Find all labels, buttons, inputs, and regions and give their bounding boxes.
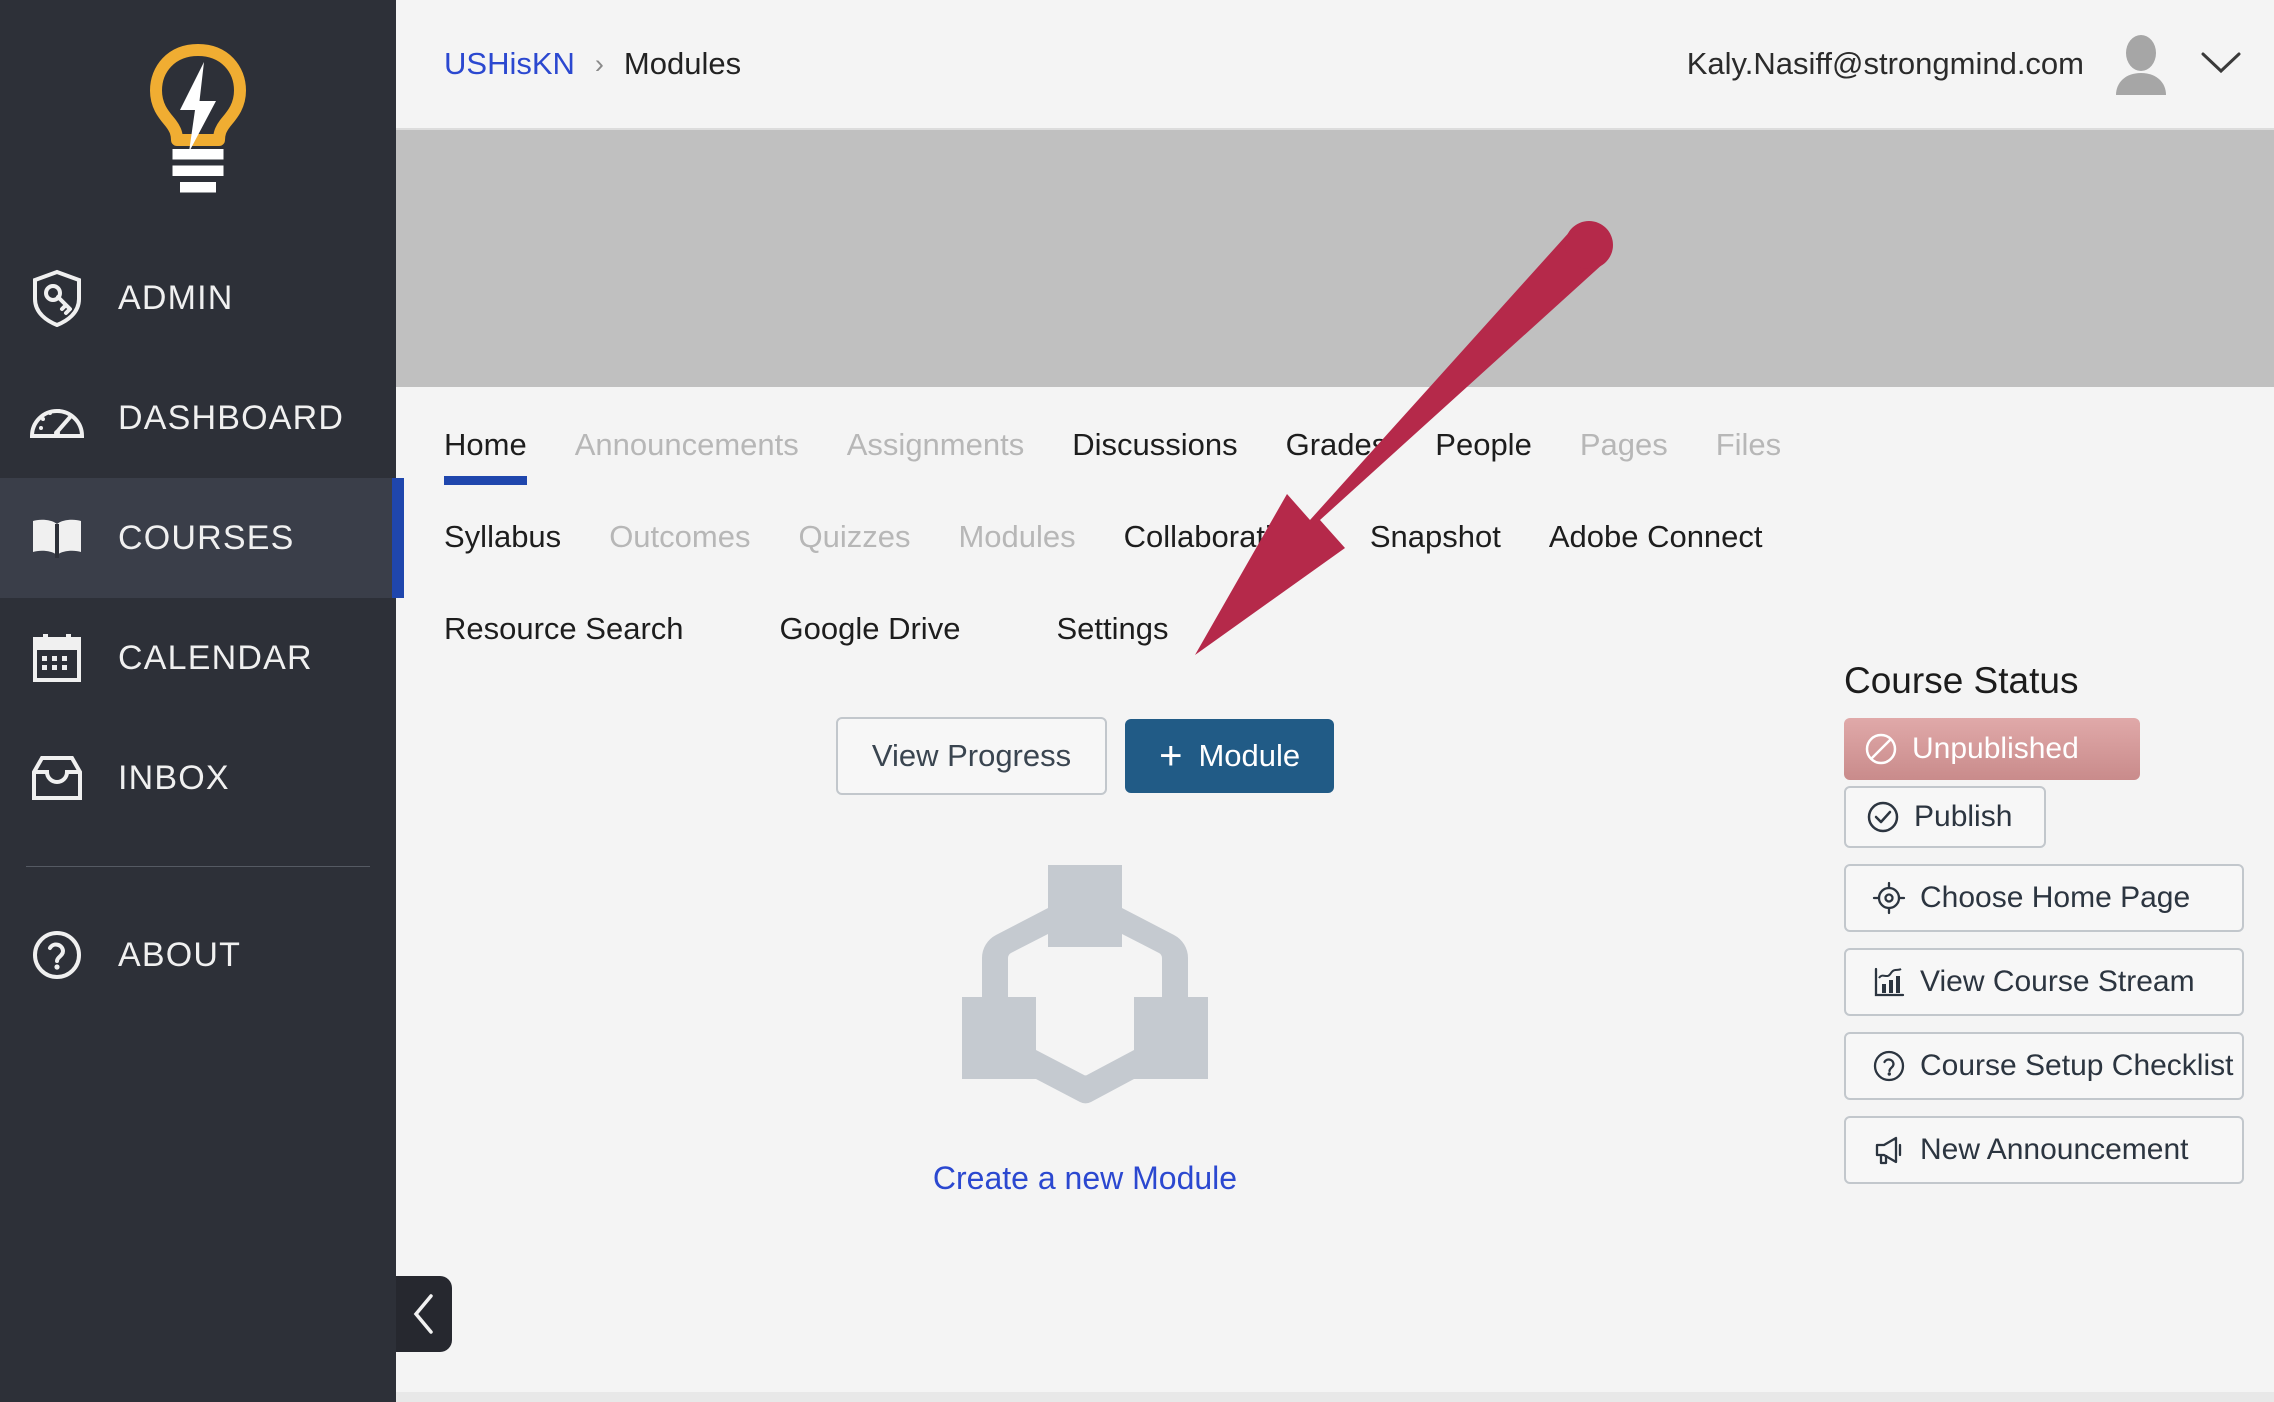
chevron-left-icon [413, 1294, 433, 1334]
user-avatar-icon[interactable] [2110, 33, 2172, 95]
book-icon [26, 507, 88, 569]
sidebar-item-label: INBOX [118, 758, 230, 797]
brand-logo[interactable] [0, 0, 396, 238]
user-email-label: Kaly.Nasiff@strongmind.com [1686, 46, 2084, 81]
check-circle-icon [1866, 800, 1900, 834]
view-course-stream-button[interactable]: View Course Stream [1844, 948, 2244, 1016]
sidebar-item-admin[interactable]: ADMIN [0, 238, 396, 358]
choose-home-page-button[interactable]: Choose Home Page [1844, 864, 2244, 932]
sidebar-divider [26, 866, 370, 867]
sidebar-item-label: DASHBOARD [118, 398, 345, 437]
breadcrumb-course-link[interactable]: USHisKN [444, 46, 575, 82]
user-menu[interactable]: Kaly.Nasiff@strongmind.com [1687, 33, 2244, 95]
breadcrumb-separator: › [594, 48, 604, 79]
rail-button-label: View Course Stream [1920, 965, 2195, 998]
rail-button-label: Choose Home Page [1920, 881, 2191, 914]
app-root: ADMIN DASHBOARD COURSES CALENDAR INBOX A… [0, 0, 2274, 1402]
no-entry-icon [1864, 732, 1898, 766]
global-sidebar: ADMIN DASHBOARD COURSES CALENDAR INBOX A… [0, 0, 404, 1402]
publish-button[interactable]: Publish [1844, 786, 2046, 848]
tab-modules[interactable]: Modules [958, 519, 1075, 577]
plus-icon: + [1159, 734, 1183, 778]
chevron-down-icon[interactable] [2198, 47, 2244, 82]
tab-home[interactable]: Home [444, 427, 527, 485]
question-circle-icon [26, 924, 88, 986]
breadcrumb-current: Modules [623, 46, 742, 81]
publish-label: Publish [1914, 800, 2013, 833]
rail-button-label: Course Setup Checklist [1920, 1049, 2234, 1082]
status-badge-unpublished[interactable]: Unpublished [1844, 718, 2140, 780]
tab-snapshot[interactable]: Snapshot [1370, 519, 1501, 577]
sidebar-item-inbox[interactable]: INBOX [0, 718, 396, 838]
module-hierarchy-icon [940, 855, 1230, 1138]
course-nav: Home Announcements Assignments Discussio… [396, 387, 2274, 669]
tab-discussions[interactable]: Discussions [1072, 427, 1237, 485]
add-module-label: Module [1198, 738, 1301, 773]
rail-button-label: New Announcement [1920, 1133, 2189, 1166]
view-progress-button[interactable]: View Progress [835, 717, 1108, 795]
question-circle-icon [1872, 1049, 1906, 1083]
tab-adobe-connect[interactable]: Adobe Connect [1549, 519, 1763, 577]
new-announcement-button[interactable]: New Announcement [1844, 1116, 2244, 1184]
breadcrumb: USHisKN › Modules [444, 46, 741, 82]
course-status-panel: Course Status Unpublished Publish Choose… [1844, 660, 2244, 1184]
tab-announcements[interactable]: Announcements [575, 427, 799, 485]
course-status-title: Course Status [1844, 660, 2079, 701]
tab-outcomes[interactable]: Outcomes [609, 519, 750, 577]
sidebar-collapse-button[interactable] [396, 1276, 452, 1352]
gauge-icon [26, 387, 88, 449]
megaphone-icon [1872, 1133, 1906, 1167]
lightbulb-logo-icon [150, 44, 246, 193]
sidebar-item-calendar[interactable]: CALENDAR [0, 598, 396, 718]
tab-pages[interactable]: Pages [1580, 427, 1668, 485]
course-nav-row-1: Home Announcements Assignments Discussio… [396, 427, 2274, 485]
tab-collaborations[interactable]: Collaborations [1124, 519, 1322, 577]
main-content: USHisKN › Modules Kaly.Nasiff@strongmind… [396, 0, 2274, 1402]
tab-google-drive[interactable]: Google Drive [780, 611, 961, 669]
sidebar-item-courses[interactable]: COURSES [0, 478, 404, 598]
tab-people[interactable]: People [1435, 427, 1532, 485]
tab-syllabus[interactable]: Syllabus [444, 519, 561, 577]
sidebar-item-label: ABOUT [118, 935, 242, 974]
sidebar-item-label: COURSES [118, 518, 295, 557]
inbox-icon [26, 747, 88, 809]
tab-quizzes[interactable]: Quizzes [798, 519, 910, 577]
tab-settings[interactable]: Settings [1056, 611, 1168, 669]
sidebar-item-about[interactable]: ABOUT [0, 895, 396, 1015]
sidebar-item-label: ADMIN [118, 278, 234, 317]
add-module-button[interactable]: + Module [1125, 719, 1335, 793]
tab-assignments[interactable]: Assignments [847, 427, 1024, 485]
sidebar-item-dashboard[interactable]: DASHBOARD [0, 358, 396, 478]
create-new-module-link[interactable]: Create a new Module [933, 1160, 1237, 1197]
top-header: USHisKN › Modules Kaly.Nasiff@strongmind… [396, 0, 2274, 130]
tab-resource-search[interactable]: Resource Search [444, 611, 684, 669]
shield-key-icon [26, 267, 88, 329]
course-nav-row-2: Syllabus Outcomes Quizzes Modules Collab… [396, 519, 2274, 577]
status-badge-label: Unpublished [1912, 732, 2079, 765]
calendar-icon [26, 627, 88, 689]
target-icon [1872, 881, 1906, 915]
tab-files[interactable]: Files [1716, 427, 1781, 485]
bar-chart-icon [1872, 965, 1906, 999]
course-banner-image [396, 130, 2274, 387]
horizontal-scrollbar[interactable] [396, 1392, 2274, 1402]
sidebar-item-label: CALENDAR [118, 638, 313, 677]
course-setup-checklist-button[interactable]: Course Setup Checklist [1844, 1032, 2244, 1100]
tab-grades[interactable]: Grades [1286, 427, 1388, 485]
